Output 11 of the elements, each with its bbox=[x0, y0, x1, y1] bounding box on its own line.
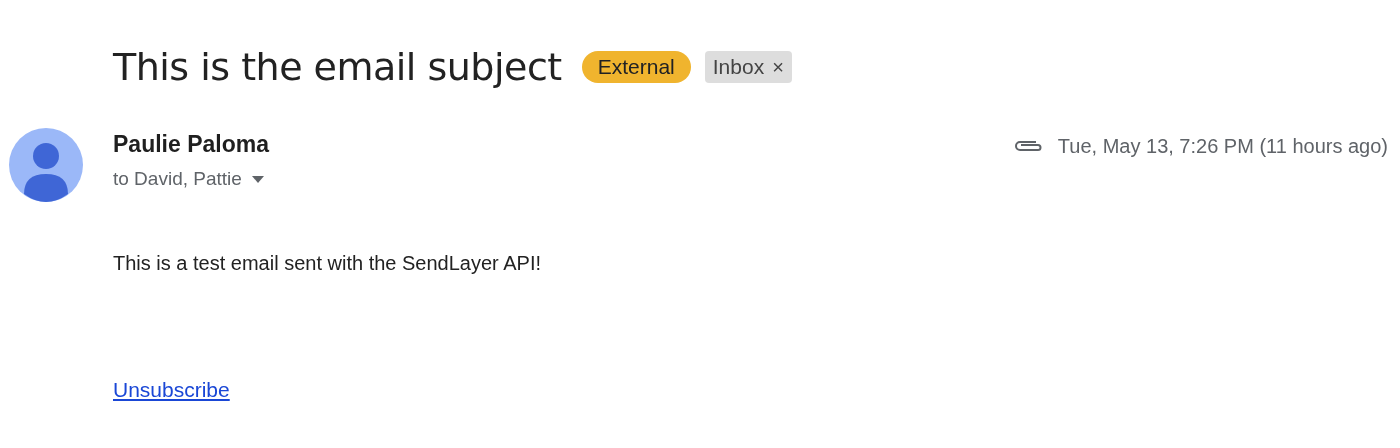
sender-name: Paulie Paloma bbox=[113, 131, 271, 158]
remove-label-button[interactable]: × bbox=[772, 55, 784, 79]
label-chip[interactable]: Inbox × bbox=[704, 51, 792, 83]
caret-icon bbox=[251, 175, 264, 183]
email-subject: This is the email subject bbox=[113, 45, 562, 89]
message-body: This is a test email sent with the SendLayer API! bbox=[113, 252, 542, 275]
message-date: Tue, May 13, 7:26 PM (11 hours ago) bbox=[1057, 134, 1388, 158]
avatar-icon bbox=[9, 128, 83, 202]
recipients-dropdown[interactable]: to David, Pattie bbox=[113, 168, 264, 190]
unsubscribe-link[interactable]: Unsubscribe bbox=[113, 378, 230, 402]
label-chip[interactable]: External bbox=[581, 51, 691, 83]
